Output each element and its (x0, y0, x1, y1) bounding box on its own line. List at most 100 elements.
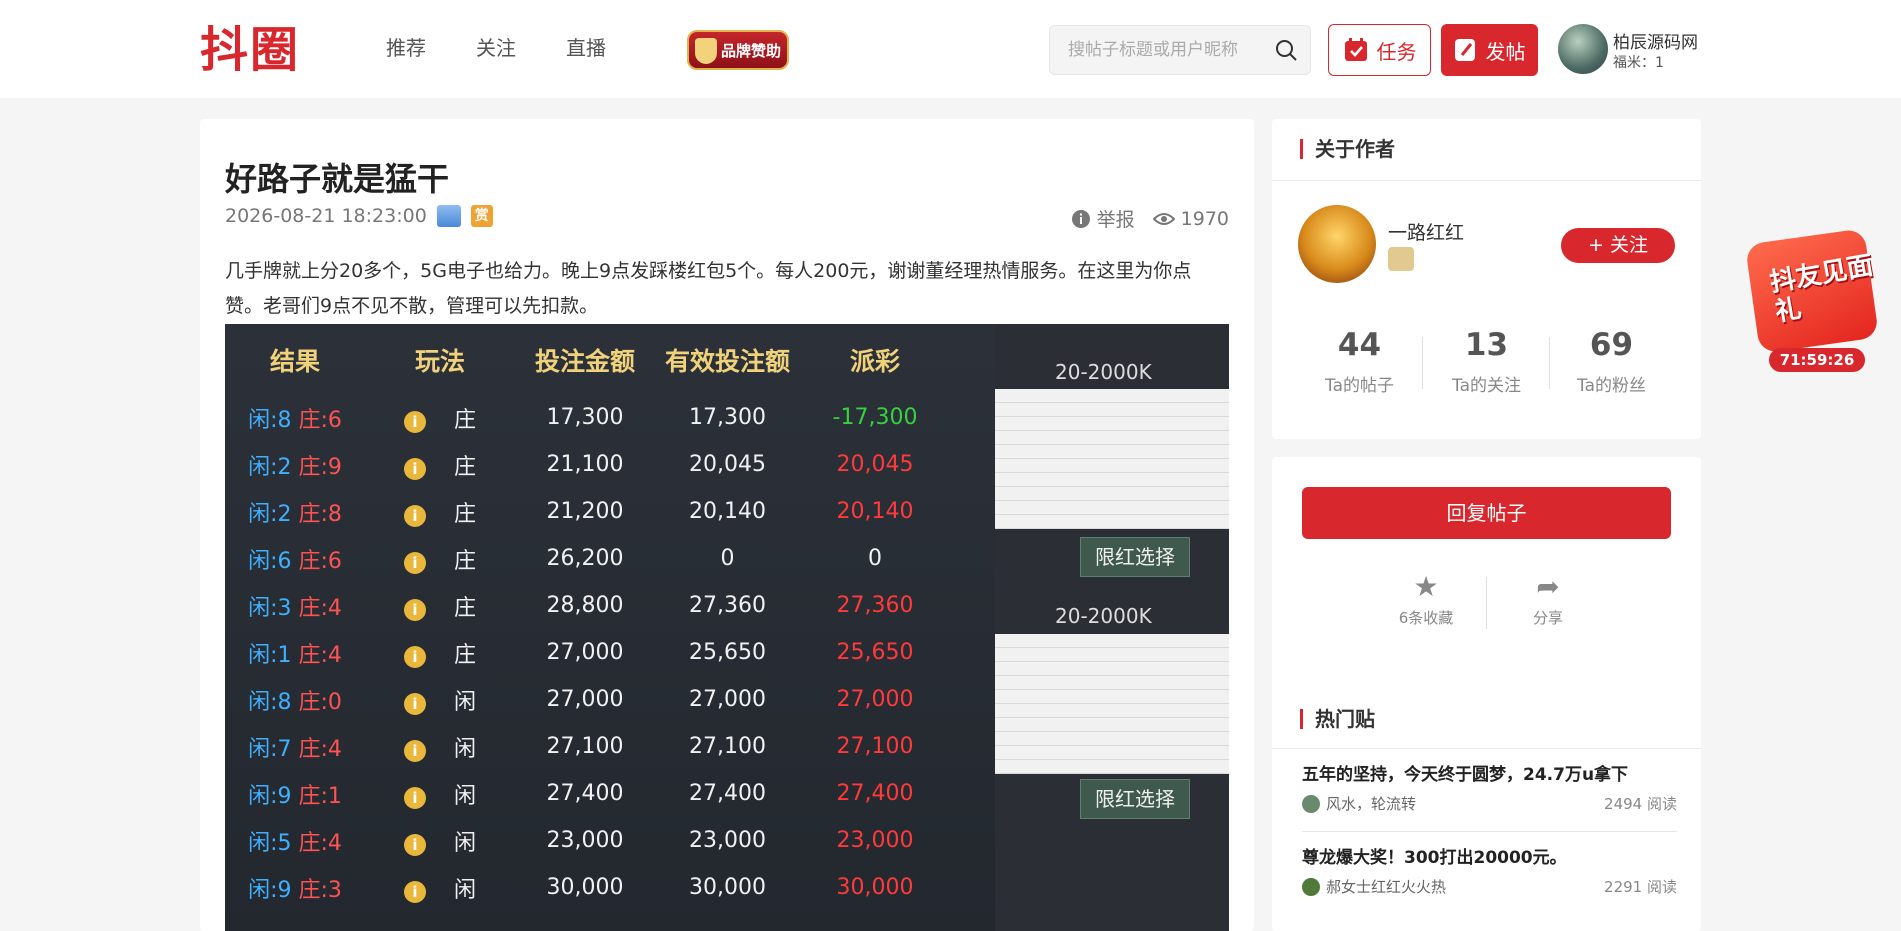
reply-post-button[interactable]: 回复帖子 (1302, 487, 1671, 539)
site-logo[interactable]: 抖圈 (200, 22, 300, 78)
hot-section-title: 热门贴 (1300, 709, 1375, 729)
stat-fans[interactable]: 69 Ta的粉丝 (1549, 327, 1674, 396)
limit-range-label-1: 20-2000K (1055, 360, 1152, 384)
cell-play: i 闲 (365, 684, 515, 716)
cell-play: i 闲 (365, 872, 515, 904)
info-icon: i (404, 786, 426, 809)
task-button[interactable]: 任务 (1328, 24, 1431, 76)
cell-payout: 25,650 (836, 640, 914, 665)
reward-icon[interactable]: 赏 (470, 205, 493, 227)
hot-post-author[interactable]: 风水，轮流转 (1326, 793, 1416, 814)
stat-following[interactable]: 13 Ta的关注 (1424, 327, 1549, 396)
hot-post-meta: 郝女士红红火火热 2291 阅读 (1302, 876, 1677, 897)
search-input[interactable] (1068, 26, 1268, 74)
col-payout: 派彩 (849, 347, 900, 376)
user-name[interactable]: 柏辰源码网 (1613, 28, 1698, 53)
player-score: 闲:2 (248, 454, 292, 480)
play-type: 闲 (453, 830, 476, 856)
table-row: 闲:8 庄:0 i 闲 27,000 27,000 27,000 (225, 676, 970, 723)
post-title: 好路子就是猛干 (225, 160, 450, 198)
game-side-panel: 20-2000K 限红选择 20-2000K 限红选择 (995, 324, 1229, 931)
cell-play: i 庄 (365, 590, 515, 622)
author-avatar[interactable] (1298, 205, 1376, 283)
player-score: 闲:1 (248, 642, 292, 668)
info-icon (1071, 209, 1090, 228)
info-icon: i (404, 880, 426, 903)
hot-post-item[interactable]: 尊龙爆大奖！300打出20000元。 郝女士红红火火热 2291 阅读 (1302, 846, 1677, 897)
hot-post-title[interactable]: 尊龙爆大奖！300打出20000元。 (1302, 846, 1677, 870)
cell-payout: 20,140 (836, 499, 914, 524)
play-type: 闲 (453, 783, 476, 809)
play-type: 庄 (453, 501, 476, 527)
stat-following-label: Ta的关注 (1452, 376, 1521, 396)
post-card: 好路子就是猛干 2026-08-21 18:23:00 赏 举报 1970 几手… (200, 119, 1254, 931)
favorite-button[interactable]: ★ 6条收藏 (1366, 567, 1486, 628)
banker-score: 庄:6 (298, 407, 342, 433)
post-image[interactable]: 结果 玩法 投注金额 有效投注额 派彩 闲:8 庄:6 i 庄 17,300 17,3… (225, 324, 1229, 931)
play-type: 庄 (453, 642, 476, 668)
new-post-label: 发帖 (1485, 39, 1526, 64)
user-coins: 福米：1 (1613, 55, 1664, 71)
info-icon: i (404, 457, 426, 480)
image-icon (436, 205, 461, 227)
cell-result: 闲:9 庄:3 (225, 872, 365, 904)
cell-result: 闲:1 庄:4 (225, 637, 365, 669)
search-box (1049, 25, 1311, 75)
top-header: 抖圈 推荐 关注 直播 品牌赞助 任务 发帖 柏辰源码网 福米：1 (0, 0, 1901, 98)
limit-select-button-1: 限红选择 (1080, 537, 1190, 577)
play-type: 庄 (453, 407, 476, 433)
follow-button[interactable]: + 关注 (1561, 228, 1675, 263)
share-button[interactable]: ➦ 分享 (1488, 567, 1608, 628)
cell-valid: 27,000 (689, 687, 766, 712)
hot-post-item[interactable]: 五年的坚持，今天终于圆梦，24.7万u拿下 风水，轮流转 2494 阅读 (1302, 763, 1677, 814)
stat-posts-num: 44 (1337, 327, 1382, 363)
nav-follow[interactable]: 关注 (476, 32, 516, 64)
player-score: 闲:7 (248, 736, 292, 762)
table-row: 闲:2 庄:9 i 庄 21,100 20,045 20,045 (225, 441, 970, 488)
hot-post-title[interactable]: 五年的坚持，今天终于圆梦，24.7万u拿下 (1302, 763, 1677, 787)
table-row: 闲:6 庄:6 i 庄 26,200 0 0 (225, 535, 970, 582)
divider (1272, 180, 1701, 181)
cell-result: 闲:6 庄:6 (225, 543, 365, 575)
nav-live[interactable]: 直播 (566, 32, 606, 64)
cell-valid: 20,140 (689, 499, 766, 524)
table-row: 闲:9 庄:3 i 闲 30,000 30,000 30,000 (225, 864, 970, 911)
cell-play: i 庄 (365, 543, 515, 575)
hot-post-author[interactable]: 郝女士红红火火热 (1326, 876, 1446, 897)
post-datetime: 2026-08-21 18:23:00 (225, 205, 427, 227)
banker-score: 庄:6 (298, 548, 342, 574)
hot-posts-card: 热门贴 五年的坚持，今天终于圆梦，24.7万u拿下 风水，轮流转 2494 阅读… (1272, 689, 1701, 931)
level-badge-icon (1388, 247, 1414, 271)
limit-range-label-2: 20-2000K (1055, 604, 1152, 628)
main-nav: 推荐 关注 直播 (386, 32, 656, 64)
cell-valid: 0 (720, 546, 735, 571)
cell-bet: 23,000 (546, 828, 624, 853)
cell-result: 闲:2 庄:8 (225, 496, 365, 528)
play-type: 庄 (453, 595, 476, 621)
brand-sponsor-badge[interactable]: 品牌赞助 (687, 30, 789, 70)
table-header: 结果 玩法 投注金额 有效投注额 派彩 (225, 342, 970, 390)
author-name[interactable]: 一路红红 (1388, 218, 1464, 245)
stat-posts-label: Ta的帖子 (1325, 376, 1394, 396)
cell-payout: 27,400 (836, 781, 914, 806)
table-row: 闲:8 庄:6 i 庄 17,300 17,300 -17,300 (225, 394, 970, 441)
user-avatar[interactable] (1558, 24, 1608, 74)
nav-recommend[interactable]: 推荐 (386, 32, 426, 64)
cell-result: 闲:9 庄:1 (225, 778, 365, 810)
cell-result: 闲:7 庄:4 (225, 731, 365, 763)
banker-score: 庄:4 (298, 736, 342, 762)
cell-valid: 25,650 (689, 640, 766, 665)
report-link[interactable]: 举报 (1071, 205, 1135, 232)
info-icon: i (404, 645, 426, 668)
cell-play: i 闲 (365, 825, 515, 857)
cell-payout: 30,000 (836, 875, 914, 900)
cell-play: i 闲 (365, 778, 515, 810)
cell-result: 闲:8 庄:0 (225, 684, 365, 716)
info-icon: i (404, 739, 426, 762)
play-type: 闲 (453, 877, 476, 903)
view-count-value: 1970 (1180, 207, 1229, 230)
floating-gift-widget[interactable]: 抖友见面礼 71:59:26 (1742, 228, 1890, 376)
stat-posts[interactable]: 44 Ta的帖子 (1297, 327, 1422, 396)
new-post-button[interactable]: 发帖 (1441, 24, 1538, 76)
search-icon[interactable] (1274, 38, 1298, 62)
